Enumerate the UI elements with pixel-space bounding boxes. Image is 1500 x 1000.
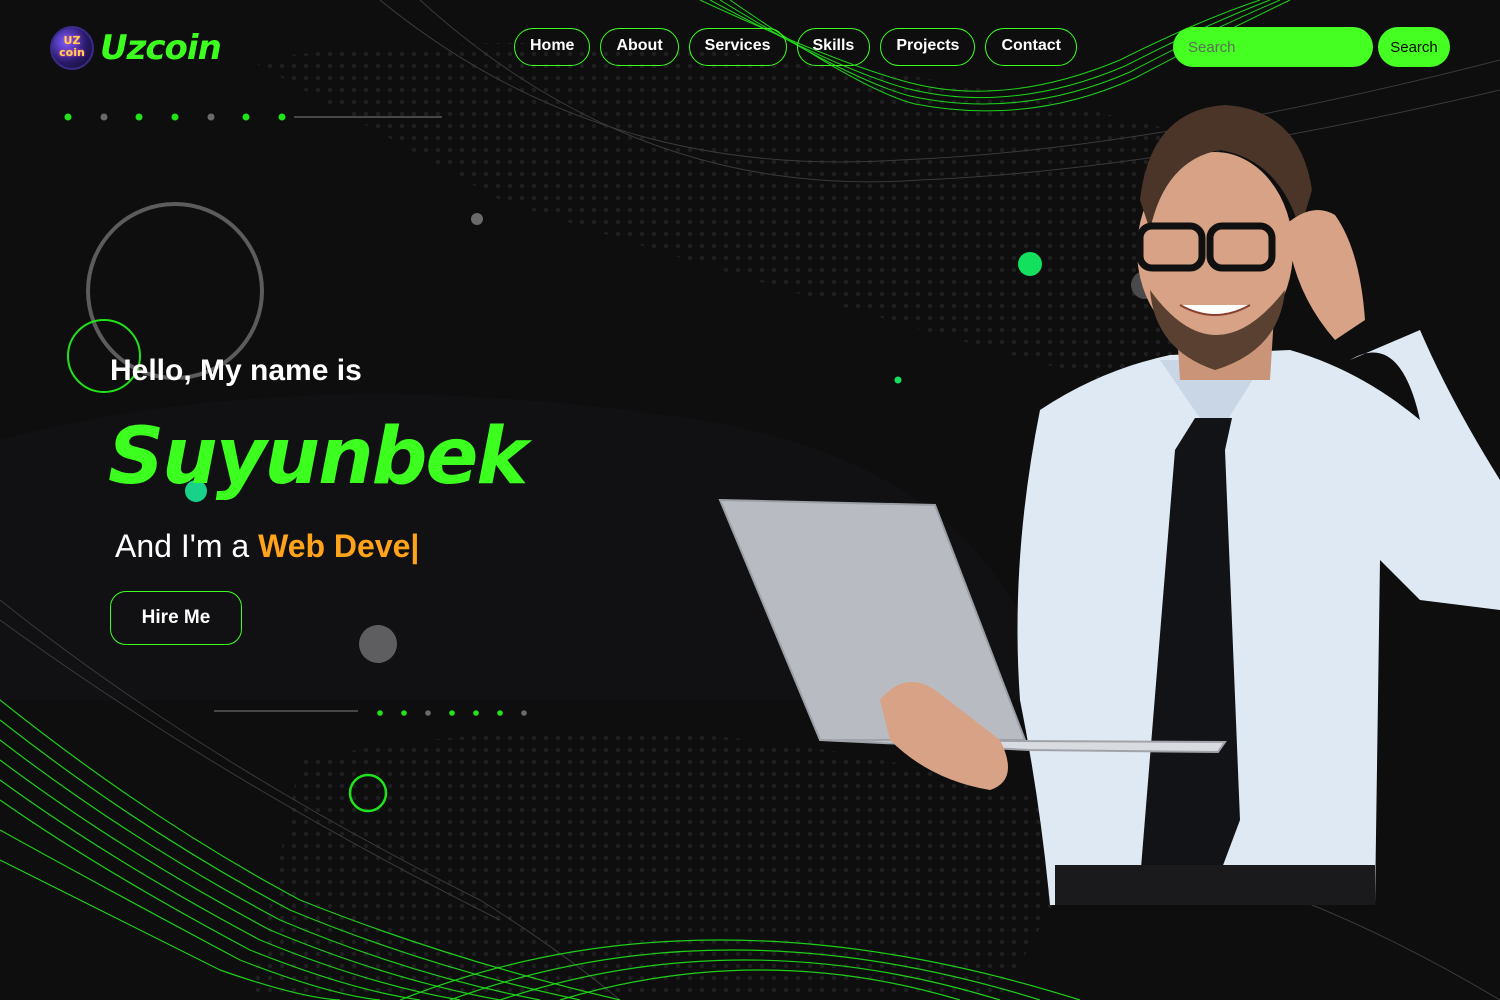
hero-name: Suyunbek <box>108 412 528 502</box>
role-prefix: And I'm a <box>115 528 259 564</box>
search-button[interactable]: Search <box>1378 27 1450 67</box>
hero-role: And I'm a Web Deve| <box>115 528 419 565</box>
nav-contact[interactable]: Contact <box>985 28 1078 66</box>
logo-badge-line2: coin <box>59 46 85 59</box>
main-nav: Home About Services Skills Projects Cont… <box>514 28 1078 66</box>
uzcoin-badge-icon: UZ coin <box>50 26 94 70</box>
typing-cursor: | <box>410 528 420 564</box>
search-input[interactable] <box>1173 27 1373 67</box>
nav-skills[interactable]: Skills <box>796 28 871 66</box>
nav-projects[interactable]: Projects <box>880 28 976 66</box>
nav-services[interactable]: Services <box>688 28 787 66</box>
nav-home[interactable]: Home <box>514 28 591 66</box>
logo-text: Uzcoin <box>100 28 222 68</box>
nav-about[interactable]: About <box>600 28 679 66</box>
hero-greeting: Hello, My name is <box>110 354 362 387</box>
hire-me-button[interactable]: Hire Me <box>110 591 242 645</box>
role-typed-text: Web Deve <box>258 528 411 564</box>
logo[interactable]: UZ coin Uzcoin <box>50 26 222 70</box>
